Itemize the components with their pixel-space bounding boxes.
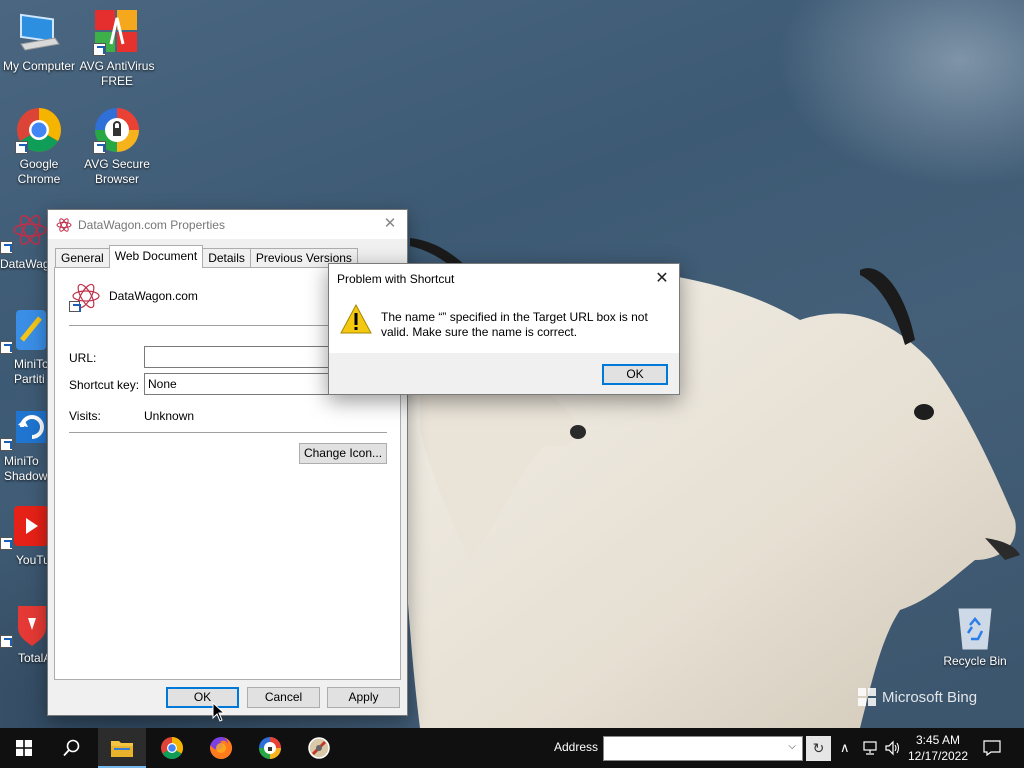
ok-button[interactable]: OK: [166, 687, 239, 708]
close-icon[interactable]: ✕: [379, 214, 401, 234]
start-button[interactable]: [0, 728, 48, 768]
apply-button[interactable]: Apply: [327, 687, 400, 708]
desktop-icon-label: MiniTo Shadow: [4, 454, 48, 483]
properties-titlebar[interactable]: DataWagon.com Properties: [48, 210, 407, 239]
tab-details[interactable]: Details: [202, 248, 251, 268]
windows-logo-icon: [16, 740, 32, 756]
taskbar-file-explorer[interactable]: [98, 728, 146, 768]
chevron-down-icon[interactable]: ⌵: [788, 741, 796, 752]
problem-with-shortcut-dialog: Problem with Shortcut ✕ The name “” spec…: [328, 263, 680, 395]
desktop-icon-avg-antivirus[interactable]: AVG AntiVirus FREE: [78, 8, 156, 89]
address-toolbar-label: Address: [554, 740, 599, 754]
disc-tool-icon: [308, 737, 330, 759]
shortcut-arrow-icon: [0, 341, 13, 354]
shortcut-key-label: Shortcut key:: [69, 378, 140, 392]
properties-title: DataWagon.com Properties: [78, 217, 225, 232]
desktop-icon-label: Recycle Bin: [943, 654, 1007, 668]
computer-icon: [15, 8, 63, 56]
document-name: DataWagon.com: [109, 289, 198, 303]
desktop-icon-label: MiniTo Partiti: [14, 357, 49, 386]
shortcut-arrow-icon: [69, 301, 80, 312]
taskbar-avg-secure-browser[interactable]: [246, 728, 294, 768]
taskbar-firefox[interactable]: [197, 728, 245, 768]
desktop-icon-datawagon[interactable]: DataWag: [0, 206, 50, 272]
taskbar: Address ⌵ ↻ ∧ 3:45 AM 12/17/2022: [0, 728, 1024, 768]
error-dialog-body: Problem with Shortcut ✕ The name “” spec…: [329, 264, 679, 353]
shortcut-arrow-icon: [0, 537, 13, 550]
desktop-icon-avg-secure-browser[interactable]: AVG Secure Browser: [78, 106, 156, 187]
taskbar-chrome[interactable]: [148, 728, 196, 768]
desktop-icon-label: My Computer: [2, 59, 76, 73]
avg-secure-browser-icon: [93, 106, 141, 154]
totalav-icon: [0, 600, 48, 648]
error-dialog-title: Problem with Shortcut: [337, 272, 455, 286]
desktop-icon-recycle-bin[interactable]: Recycle Bin: [935, 603, 1015, 669]
datawagon-icon: [0, 206, 48, 254]
desktop-icon-label: YouTu: [16, 553, 50, 567]
shortcut-arrow-icon: [0, 241, 13, 254]
system-clock[interactable]: 3:45 AM 12/17/2022: [900, 732, 976, 764]
search-button[interactable]: [48, 728, 96, 768]
taskbar-app[interactable]: [295, 728, 343, 768]
mouse-cursor-icon: [212, 702, 226, 722]
desktop-icon-label: Google Chrome: [17, 157, 61, 186]
shortcut-arrow-icon: [93, 43, 106, 56]
volume-icon[interactable]: [885, 740, 901, 756]
change-icon-button[interactable]: Change Icon...: [299, 443, 387, 464]
desktop-icon-minitool-partition[interactable]: MiniTo Partiti: [0, 306, 49, 387]
chrome-icon: [15, 106, 63, 154]
desktop-icon-minitool-shadowmaker[interactable]: MiniTo Shadow: [0, 403, 48, 484]
url-label: URL:: [69, 351, 97, 365]
bing-watermark: Microsoft Bing: [858, 688, 977, 706]
desktop-icon-my-computer[interactable]: My Computer: [0, 8, 78, 74]
avg-antivirus-icon: [93, 8, 141, 56]
notification-center-icon[interactable]: [983, 740, 1001, 756]
desktop-icon-label: AVG Secure Browser: [84, 157, 150, 186]
desktop-icon-label: AVG AntiVirus FREE: [79, 59, 155, 88]
search-icon: [63, 739, 80, 757]
datawagon-icon: [69, 280, 101, 312]
microsoft-logo-icon: [858, 688, 876, 706]
properties-tabs: General Web Document Details Previous Ve…: [55, 245, 358, 268]
clock-time: 3:45 AM: [915, 733, 961, 747]
error-ok-button[interactable]: OK: [602, 364, 668, 385]
cancel-button[interactable]: Cancel: [247, 687, 320, 708]
separator: [69, 432, 387, 433]
datawagon-icon: [56, 217, 72, 232]
youtube-icon: [0, 502, 48, 550]
visits-label: Visits:: [69, 409, 101, 423]
bing-watermark-text: Microsoft Bing: [882, 688, 978, 706]
address-input[interactable]: ⌵: [603, 736, 803, 761]
error-message: The name “” specified in the Target URL …: [381, 310, 648, 339]
desktop-icon-totalav[interactable]: TotalA: [0, 600, 52, 666]
document-header: DataWagon.com: [69, 280, 198, 312]
desktop-icon-google-chrome[interactable]: Google Chrome: [0, 106, 78, 187]
warning-icon: [340, 304, 372, 334]
desktop-icon-youtube[interactable]: YouTu: [0, 502, 50, 568]
tab-web-document[interactable]: Web Document: [108, 245, 204, 268]
firefox-icon: [210, 736, 233, 759]
visits-value: Unknown: [144, 409, 195, 423]
close-icon[interactable]: ✕: [651, 268, 673, 290]
refresh-icon[interactable]: ↻: [806, 736, 831, 761]
folder-icon: [111, 741, 133, 757]
avg-secure-browser-icon: [259, 737, 281, 759]
shortcut-arrow-icon: [0, 438, 13, 451]
show-hidden-icons-chevron-up-icon[interactable]: ∧: [840, 740, 850, 756]
tab-general[interactable]: General: [55, 248, 110, 268]
shortcut-arrow-icon: [0, 635, 13, 648]
network-icon[interactable]: [863, 740, 879, 756]
minitool-partition-icon: [0, 306, 48, 354]
shortcut-arrow-icon: [93, 141, 106, 154]
recycle-bin-icon: [951, 603, 999, 651]
clock-date: 12/17/2022: [907, 749, 969, 763]
desktop-icon-label: TotalA: [18, 651, 52, 665]
minitool-shadowmaker-icon: [0, 403, 48, 451]
shortcut-arrow-icon: [15, 141, 28, 154]
desktop-icon-label: DataWag: [0, 257, 50, 271]
chrome-icon: [161, 737, 183, 759]
